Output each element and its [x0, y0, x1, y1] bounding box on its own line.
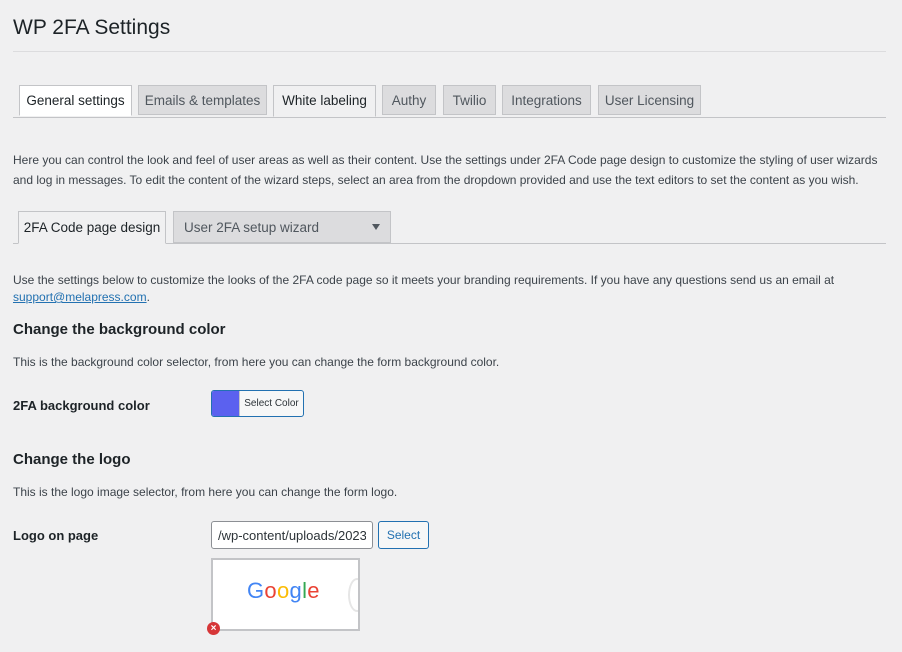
- logo-preview: Google: [211, 558, 360, 631]
- logo-label: Logo on page: [13, 528, 99, 543]
- color-swatch: [212, 391, 239, 416]
- subtab-wizard-dropdown[interactable]: User 2FA setup wizard: [173, 211, 391, 243]
- subtab-wizard-dropdown-label: User 2FA setup wizard: [184, 220, 320, 235]
- tab-authy[interactable]: Authy: [382, 85, 436, 115]
- background-description: This is the background color selector, f…: [13, 355, 500, 369]
- caret-down-icon: [372, 224, 380, 230]
- support-email-link[interactable]: support@melapress.com: [13, 290, 147, 304]
- logo-url-input[interactable]: [211, 521, 373, 549]
- white-labeling-subtabs: 2FA Code page design User 2FA setup wiza…: [13, 211, 886, 244]
- code-page-description-end: .: [146, 290, 150, 304]
- page-title: WP 2FA Settings: [13, 16, 171, 39]
- background-color-label: 2FA background color: [13, 398, 150, 413]
- logo-preview-letter: G: [247, 578, 265, 603]
- logo-preview-letter: o: [276, 578, 290, 603]
- tab-integrations[interactable]: Integrations: [502, 85, 591, 115]
- tab-white-labeling[interactable]: White labeling: [273, 85, 376, 117]
- tab-emails-templates[interactable]: Emails & templates: [138, 85, 267, 115]
- logo-description: This is the logo image selector, from he…: [13, 485, 398, 499]
- select-logo-button[interactable]: Select: [378, 521, 429, 549]
- background-heading: Change the background color: [13, 321, 226, 338]
- title-divider: [13, 51, 886, 52]
- intro-text: Here you can control the look and feel o…: [13, 153, 878, 187]
- tab-user-licensing[interactable]: User Licensing: [598, 85, 701, 115]
- logo-preview-letter: e: [307, 578, 320, 603]
- code-page-description: Use the settings below to customize the …: [13, 272, 885, 306]
- logo-preview-letter: g: [289, 578, 303, 603]
- remove-icon[interactable]: ×: [207, 622, 220, 635]
- logo-preview-text: Google: [247, 578, 320, 604]
- tab-twilio[interactable]: Twilio: [443, 85, 496, 115]
- logo-heading: Change the logo: [13, 451, 131, 468]
- logo-preview-edge: [348, 578, 358, 612]
- select-color-label: Select Color: [239, 391, 303, 416]
- code-page-description-text: Use the settings below to customize the …: [13, 273, 835, 287]
- logo-preview-letter: o: [264, 578, 277, 603]
- subtab-2fa-code-page-design[interactable]: 2FA Code page design: [18, 211, 166, 244]
- settings-tabs: General settings Emails & templates Whit…: [13, 85, 886, 118]
- tab-general-settings[interactable]: General settings: [19, 85, 132, 116]
- select-color-button[interactable]: Select Color: [211, 390, 304, 417]
